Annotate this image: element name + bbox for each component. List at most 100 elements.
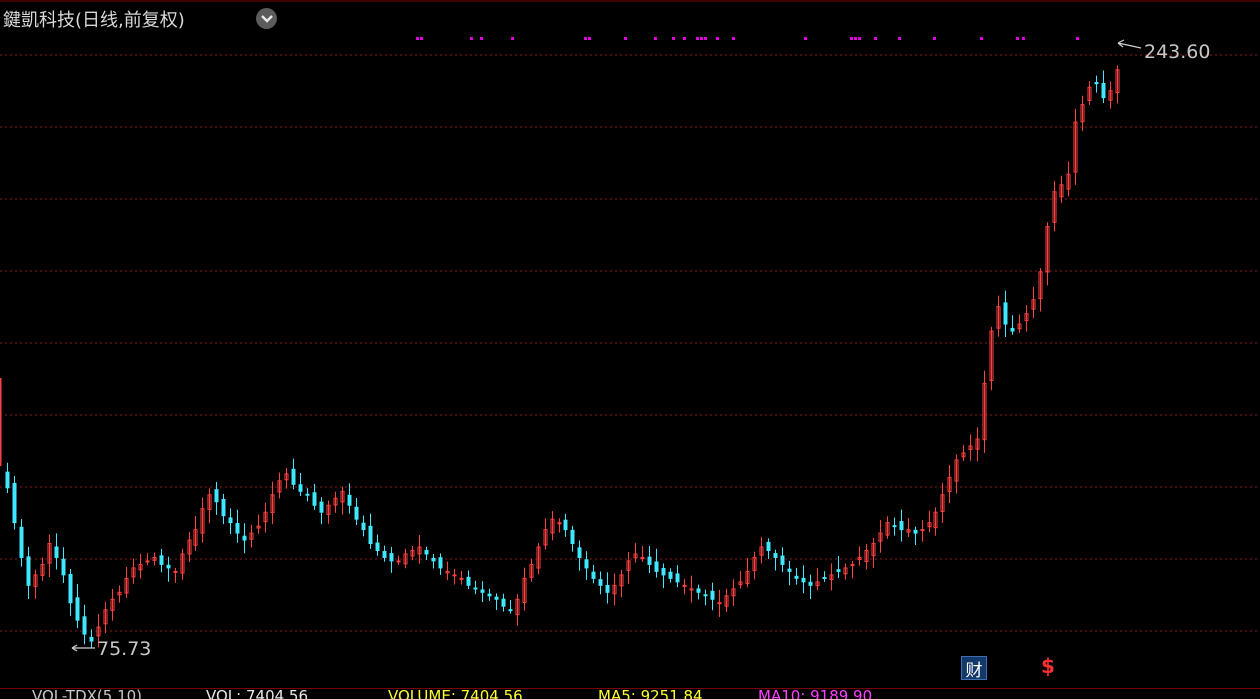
candle-body	[640, 556, 645, 559]
candle-body	[466, 576, 471, 586]
signal-dot	[511, 37, 514, 40]
candle-body	[452, 574, 457, 577]
candle-body	[235, 522, 240, 534]
signal-dot	[696, 37, 699, 40]
candle-body	[173, 570, 178, 573]
candle-body	[717, 602, 722, 605]
high-price-label: 243.60	[1144, 41, 1211, 63]
candlestick-chart	[0, 0, 1260, 652]
signal-dot	[732, 37, 735, 40]
signal-dot	[480, 37, 483, 40]
candle-body	[291, 468, 296, 485]
signal-dot	[1016, 37, 1019, 40]
candle-body	[647, 556, 652, 565]
candle-body	[605, 584, 610, 593]
candle-body	[780, 555, 785, 565]
signal-dot	[624, 37, 627, 40]
signal-dot	[804, 37, 807, 40]
signal-dot	[584, 37, 587, 40]
candle-body	[221, 498, 226, 517]
candle-body	[396, 560, 401, 563]
candle-body	[305, 493, 310, 496]
candle-body	[508, 609, 513, 612]
signal-dot	[420, 37, 423, 40]
candle-body	[459, 577, 464, 580]
candle-body	[82, 616, 87, 635]
candle-body	[675, 573, 680, 583]
candle-body	[696, 588, 701, 593]
candle-body	[89, 636, 94, 642]
candle-body	[228, 517, 233, 524]
signal-dot	[854, 37, 857, 40]
signal-dot	[416, 37, 419, 40]
candle-body	[682, 584, 687, 587]
candle-body	[577, 547, 582, 558]
candle-body	[703, 594, 708, 597]
signal-dot	[850, 37, 853, 40]
vol-value: VOL: 7404.56	[206, 688, 309, 699]
candle-body	[899, 521, 904, 531]
candle-body	[584, 559, 589, 569]
candle-body	[591, 571, 596, 579]
volume-indicator-bar: VOL-TDX(5,10) VOL: 7404.56 VOLUME: 7404.…	[0, 688, 1260, 699]
signal-dot	[1076, 37, 1079, 40]
candle-body	[368, 525, 373, 545]
volume-value: VOLUME: 7404.56	[388, 688, 523, 699]
candle-body	[570, 529, 575, 545]
candle-body	[480, 589, 485, 593]
signal-dot	[704, 37, 707, 40]
signal-dot	[716, 37, 719, 40]
candle-body	[1003, 302, 1008, 325]
candle-body	[312, 492, 317, 506]
chart-title: 鍵凱科技(日线,前复权)	[3, 10, 185, 31]
candle-body	[787, 568, 792, 572]
finance-badge[interactable]: 财	[961, 656, 987, 681]
candle-body	[801, 577, 806, 583]
candle-body	[54, 546, 59, 558]
candle-body	[438, 557, 443, 569]
indicator-name[interactable]: VOL-TDX(5,10)	[32, 689, 142, 699]
candle-body	[61, 558, 66, 576]
candle-body	[822, 576, 827, 579]
signal-dot	[898, 37, 901, 40]
candle-body	[913, 529, 918, 534]
chevron-down-icon[interactable]	[256, 8, 277, 29]
candle-body	[710, 590, 715, 600]
candle-body	[494, 596, 499, 600]
candle-body	[473, 587, 478, 590]
candle-body	[501, 598, 506, 607]
low-price-label: 75.73	[97, 638, 152, 660]
candle-body	[850, 563, 855, 566]
dollar-badge[interactable]: $	[1041, 654, 1055, 678]
candle-body	[563, 519, 568, 531]
signal-dot	[858, 37, 861, 40]
candle-body	[5, 471, 10, 489]
candle-body	[1101, 82, 1106, 99]
candle-body	[487, 593, 492, 597]
candle-body	[354, 506, 359, 520]
signal-dot	[588, 37, 591, 40]
candle-body	[166, 564, 171, 569]
signal-dot	[654, 37, 657, 40]
candle-body	[598, 579, 603, 586]
candle-body	[214, 489, 219, 503]
candle-body	[68, 573, 73, 604]
candle-body	[319, 501, 324, 513]
signal-dot	[672, 37, 675, 40]
candle-body	[766, 541, 771, 552]
signal-dot	[980, 37, 983, 40]
candle-body	[1010, 327, 1015, 332]
signal-dot	[700, 37, 703, 40]
candle-body	[382, 550, 387, 558]
ma5-value: MA5: 9251.84	[598, 688, 703, 699]
candle-body	[892, 525, 897, 528]
candle-body	[794, 575, 799, 579]
candle-body	[347, 494, 352, 506]
candle-body	[75, 597, 80, 621]
signal-dot	[683, 37, 686, 40]
candle-body	[242, 535, 247, 541]
candle-body	[375, 542, 380, 552]
candle-body	[654, 561, 659, 572]
candle-body	[19, 526, 24, 558]
candle-body	[808, 581, 813, 586]
